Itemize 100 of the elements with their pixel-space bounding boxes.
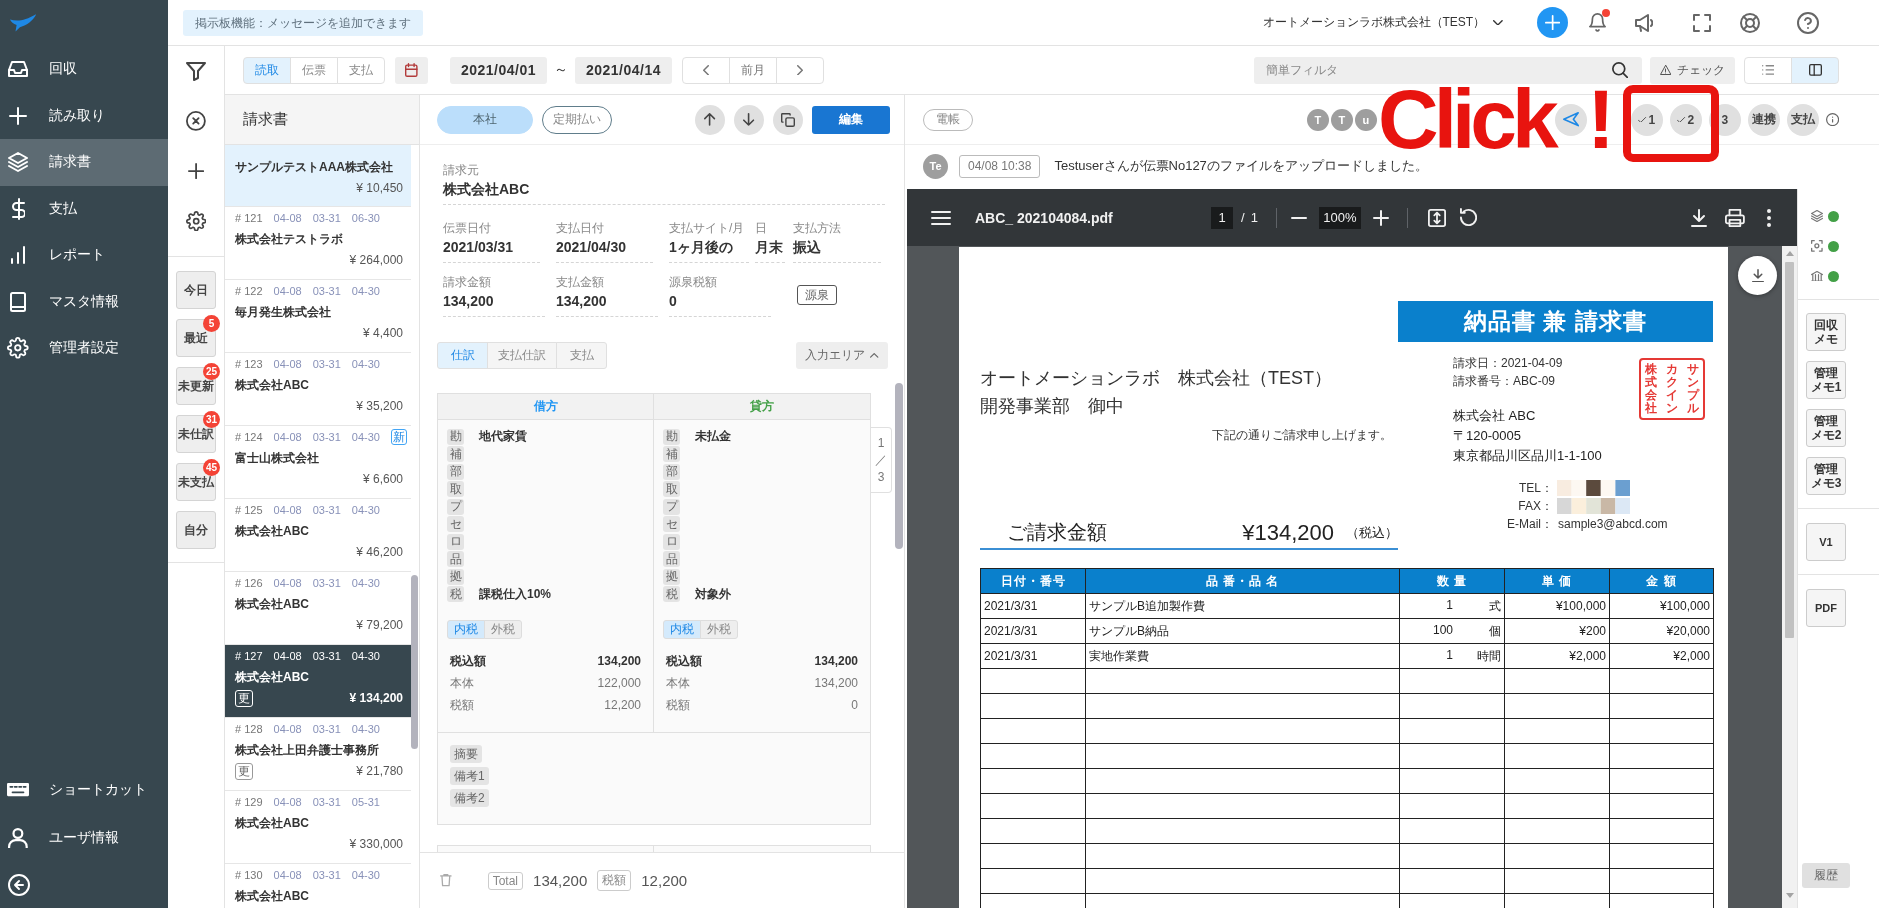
invoice-date: 04-30 xyxy=(351,285,380,297)
help-icon[interactable] xyxy=(1797,11,1819,34)
text-field[interactable]: 2021/03/31 xyxy=(443,238,540,263)
chevron-right-icon xyxy=(797,64,803,76)
step-button[interactable] xyxy=(1554,103,1587,136)
circular-arrow-icon[interactable] xyxy=(1459,208,1477,227)
company-selector[interactable]: オートメーションラボ株式会社（TEST） xyxy=(1262,14,1503,31)
nav-item[interactable]: 回収 xyxy=(0,46,168,93)
mode-tab[interactable]: 支払 xyxy=(337,56,385,84)
version-button[interactable]: V1 xyxy=(1806,523,1846,561)
memo-button[interactable]: 管理 メモ2 xyxy=(1806,409,1846,447)
remark-tag: 備考1 xyxy=(450,767,489,785)
history-button[interactable]: 履歴 xyxy=(1802,863,1850,888)
invoice-row[interactable]: サンプルテストAAA株式会社 ¥ 10,450 xyxy=(225,145,411,207)
nav-item[interactable]: レポート xyxy=(0,232,168,279)
scrollbar-thumb[interactable] xyxy=(411,575,418,749)
memo-button[interactable]: 回収 メモ xyxy=(1806,313,1846,351)
field-label: 支払日付 xyxy=(556,221,604,235)
recipient-line: 開発事業部 御中 xyxy=(980,396,1124,416)
nav-item[interactable]: 読み取り xyxy=(0,92,168,139)
megaphone-icon[interactable] xyxy=(1635,13,1653,32)
check-button[interactable]: チェック xyxy=(1650,56,1735,84)
date-field[interactable]: 2021/04/01 xyxy=(450,56,547,84)
scrollbar-thumb[interactable] xyxy=(895,383,903,549)
toggle-chip[interactable]: 定期払い xyxy=(542,105,612,134)
minus-icon[interactable] xyxy=(1290,216,1307,219)
step-button[interactable]: 2 xyxy=(1669,103,1702,136)
field-tag: 拠 xyxy=(447,568,464,585)
nav-item[interactable]: ユーザ情報 xyxy=(0,814,168,862)
journal-tab[interactable]: 支払 xyxy=(556,342,607,369)
toggle-chip[interactable]: 本社 xyxy=(437,105,533,134)
filter-button[interactable]: 自分 xyxy=(176,511,216,549)
memo-button[interactable]: 管理 メモ1 xyxy=(1806,361,1846,399)
nav-item[interactable]: ショートカット xyxy=(0,766,168,814)
info-icon[interactable] xyxy=(1825,112,1839,127)
invoice-number: # 121 xyxy=(235,212,263,224)
text-field[interactable]: 振込 xyxy=(793,238,881,263)
text-field[interactable]: 株式会社ABC xyxy=(443,180,885,205)
invoice-date: 06-30 xyxy=(351,212,380,224)
recipient-line: オートメーションラボ 株式会社（TEST） xyxy=(980,368,1332,388)
date-field[interactable]: 2021/04/14 xyxy=(575,56,672,84)
gear-icon[interactable] xyxy=(185,210,207,232)
step-button[interactable]: 1 xyxy=(1630,103,1663,136)
plus-icon[interactable] xyxy=(187,162,205,180)
menu-icon[interactable] xyxy=(931,210,951,225)
text-field[interactable]: 1ヶ月後の xyxy=(669,238,749,263)
month-button[interactable]: 前月 xyxy=(729,56,777,84)
nav-item[interactable]: 管理者設定 xyxy=(0,325,168,372)
lifebuoy-icon[interactable] xyxy=(1740,12,1760,33)
bell-icon[interactable] xyxy=(1589,13,1606,32)
table-cell: ¥2,000 xyxy=(1504,643,1610,669)
invoice-date: 03-31 xyxy=(312,723,341,735)
table-cell: 実地作業費 xyxy=(1085,643,1400,669)
download-button[interactable] xyxy=(1738,256,1777,295)
mode-tab[interactable]: 伝票 xyxy=(290,56,338,84)
text-field[interactable]: 134,200 xyxy=(556,292,658,317)
company-name: 株式会社テストラボ xyxy=(235,231,343,248)
download-icon[interactable] xyxy=(1691,208,1708,227)
split-view-button[interactable] xyxy=(1791,56,1839,84)
nav-item[interactable]: 支払 xyxy=(0,185,168,232)
copy-button[interactable] xyxy=(773,104,803,135)
pdf-button[interactable]: PDF xyxy=(1806,589,1846,627)
x-circle-icon[interactable] xyxy=(186,111,206,131)
corner-brackets-icon[interactable] xyxy=(1693,13,1711,32)
page-input[interactable]: 1 xyxy=(1211,206,1233,229)
step-button[interactable]: 連携 xyxy=(1747,103,1780,136)
add-button[interactable] xyxy=(1537,7,1568,38)
invoice-meta: 請求番号：ABC-09 xyxy=(1453,374,1556,388)
memo-button[interactable]: 管理 メモ3 xyxy=(1806,457,1846,495)
input-area-button[interactable]: 入力エリア xyxy=(796,342,888,369)
text-field[interactable]: 134,200 xyxy=(443,292,545,317)
nav-item[interactable]: 請求書 xyxy=(0,139,168,186)
page-indicator[interactable]: 1 ／ 3 xyxy=(871,427,892,493)
invoice-date: 04-30 xyxy=(351,504,380,516)
invoice-row[interactable]: # 124 04-08 03-31 04-30 新 富士山株式会社 ¥ 6,600 xyxy=(225,426,411,499)
zoom-level[interactable]: 100% xyxy=(1318,206,1361,229)
arrow-left-circle-icon[interactable] xyxy=(8,874,30,896)
user-icon xyxy=(8,827,28,849)
text-field[interactable]: 0 xyxy=(669,292,771,317)
step-button[interactable]: 支払 xyxy=(1786,103,1819,136)
move-up-button[interactable] xyxy=(695,104,725,135)
nav-item[interactable]: マスタ情報 xyxy=(0,278,168,325)
search-field[interactable]: 簡単フィルタ xyxy=(1254,56,1642,84)
invoice-date: 03-31 xyxy=(312,212,341,224)
filter-button[interactable]: 今日 xyxy=(176,271,216,309)
scrollbar-thumb[interactable] xyxy=(1785,262,1794,638)
calendar-button[interactable] xyxy=(395,56,428,84)
three-dots-icon[interactable] xyxy=(1767,208,1771,227)
invoice-date: 03-31 xyxy=(312,285,341,297)
funnel-icon[interactable] xyxy=(186,61,206,81)
field-tag: 税 xyxy=(447,586,464,603)
double-arrow-box-icon[interactable] xyxy=(1427,208,1446,227)
move-down-button[interactable] xyxy=(734,104,764,135)
edit-button[interactable]: 編集 xyxy=(812,105,890,134)
invoice-row[interactable]: # 127 04-08 03-31 04-30 株式会社ABC 更 ¥ 134,200 xyxy=(225,645,411,718)
text-field[interactable]: 月末 xyxy=(755,238,785,263)
text-field[interactable]: 2021/04/30 xyxy=(556,238,653,263)
withholding-button[interactable]: 源泉 xyxy=(797,285,837,305)
printer-icon[interactable] xyxy=(1725,208,1745,227)
unit-text: 個 xyxy=(1489,622,1501,640)
